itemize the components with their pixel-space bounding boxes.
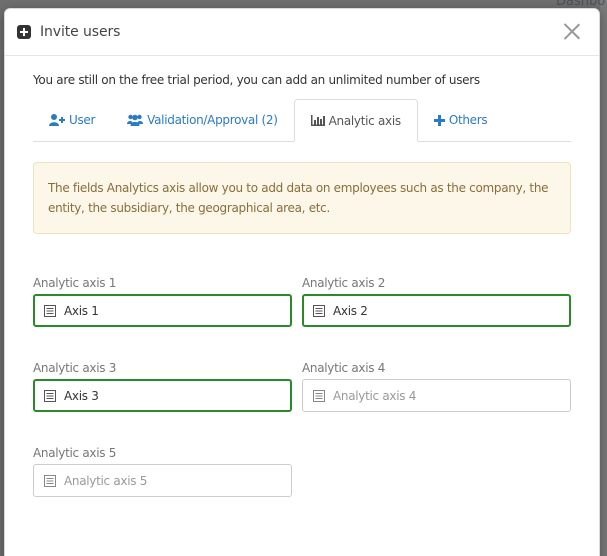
tab-analytic-axis[interactable]: Analytic axis (293, 99, 418, 142)
analytic-axis-5-input[interactable]: Analytic axis 5 (33, 464, 292, 497)
tab-label: Analytic axis (328, 113, 402, 128)
list-icon (313, 304, 325, 317)
field-value: Axis 1 (64, 303, 99, 318)
tab-label: Validation/Approval (2) (147, 113, 278, 127)
list-icon (44, 474, 56, 487)
analytic-axis-form: Analytic axis 1 Axis 1 Analytic axis 2 A… (33, 276, 571, 497)
field-label: Analytic axis 2 (302, 276, 386, 290)
field-label: Analytic axis 1 (33, 276, 117, 290)
list-icon (44, 304, 56, 317)
info-alert: The fields Analytics axis allow you to a… (33, 162, 571, 234)
trial-notice: You are still on the free trial period, … (33, 73, 480, 87)
modal-header: Invite users (5, 9, 599, 56)
list-icon (44, 389, 56, 402)
background-page (600, 0, 607, 556)
analytic-axis-4-input[interactable]: Analytic axis 4 (302, 379, 571, 412)
field-value: Axis 2 (333, 303, 368, 318)
field-analytic-axis-5: Analytic axis 5 Analytic axis 5 (33, 446, 292, 497)
tab-user[interactable]: User (33, 99, 111, 141)
close-button[interactable] (563, 22, 581, 40)
plus-icon (433, 114, 445, 126)
invite-users-modal: Invite users You are still on the free t… (4, 8, 600, 556)
tab-label: User (69, 113, 96, 127)
analytic-axis-2-input[interactable]: Axis 2 (302, 294, 571, 327)
field-analytic-axis-3: Analytic axis 3 Axis 3 (33, 361, 292, 412)
user-plus-icon (49, 114, 65, 126)
analytic-axis-1-input[interactable]: Axis 1 (33, 294, 292, 327)
field-value: Axis 3 (64, 388, 99, 403)
bar-chart-icon (310, 115, 325, 126)
field-placeholder: Analytic axis 5 (64, 473, 148, 488)
field-analytic-axis-4: Analytic axis 4 Analytic axis 4 (302, 361, 571, 412)
field-label: Analytic axis 3 (33, 361, 117, 375)
tab-others[interactable]: Others (418, 99, 504, 141)
modal-body: You are still on the free trial period, … (5, 73, 599, 497)
field-label: Analytic axis 4 (302, 361, 386, 375)
field-label: Analytic axis 5 (33, 446, 117, 460)
modal-title: Invite users (40, 24, 121, 40)
field-analytic-axis-2: Analytic axis 2 Axis 2 (302, 276, 571, 327)
analytic-axis-3-input[interactable]: Axis 3 (33, 379, 292, 412)
users-icon (127, 114, 144, 126)
field-analytic-axis-1: Analytic axis 1 Axis 1 (33, 276, 292, 327)
tab-label: Others (448, 113, 488, 127)
field-placeholder: Analytic axis 4 (333, 388, 417, 403)
plus-square-icon (17, 25, 31, 39)
tab-bar: User Validation/Approval (2) Analytic ax… (33, 99, 571, 142)
list-icon (313, 389, 325, 402)
tab-validation-approval[interactable]: Validation/Approval (2) (111, 99, 293, 141)
